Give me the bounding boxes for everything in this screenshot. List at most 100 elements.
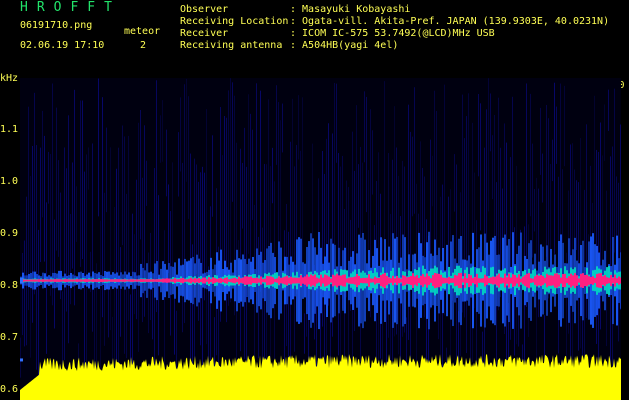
noise-streak [556, 106, 557, 164]
signal-core [210, 278, 212, 283]
noise-streak [110, 147, 111, 331]
signal-core [124, 279, 126, 282]
noise-streak [132, 213, 133, 381]
signal-core [526, 273, 528, 288]
signal-core [390, 278, 392, 283]
noise-streak [354, 170, 355, 331]
noise-streak [602, 155, 603, 271]
noise-streak [94, 284, 95, 373]
signal-core [184, 279, 186, 282]
signal-core [566, 277, 568, 284]
signal-core [322, 277, 324, 284]
signal-core [204, 277, 206, 284]
signal-core [26, 279, 28, 282]
noise-streak [302, 97, 303, 266]
receiver-label: Receiver [180, 28, 229, 39]
signal-core [304, 276, 306, 285]
signal-core [326, 275, 328, 286]
noise-streak [412, 136, 413, 217]
signal-core [458, 273, 460, 289]
signal-core [104, 279, 106, 282]
noise-streak [414, 87, 415, 214]
signal-core [516, 277, 518, 284]
signal-core [68, 279, 70, 282]
signal-core [590, 277, 592, 285]
noise-streak [554, 82, 555, 254]
signal-core [396, 275, 398, 286]
signal-core [66, 279, 68, 282]
noise-streak [580, 137, 581, 349]
signal-core [600, 273, 602, 289]
signal-core [496, 275, 498, 286]
signal-core [382, 273, 384, 288]
signal-core [334, 275, 336, 286]
signal-core [224, 277, 226, 284]
signal-core [536, 274, 538, 287]
signal-core [34, 279, 36, 282]
signal-core [604, 275, 606, 286]
noise-streak [188, 96, 189, 219]
signal-core [386, 275, 388, 286]
noise-streak [576, 180, 577, 251]
signal-core [62, 279, 64, 282]
signal-core [430, 278, 432, 283]
signal-core [248, 276, 250, 285]
signal-core [40, 279, 42, 282]
signal-core [546, 273, 548, 288]
signal-core [512, 274, 514, 287]
signal-core [48, 279, 50, 282]
y-axis-unit: kHz [0, 73, 19, 84]
noise-streak [104, 192, 105, 346]
antenna-value: : A504HB(yagi 4el) [290, 40, 399, 51]
signal-core [274, 278, 276, 283]
signal-core [238, 276, 240, 285]
signal-core [448, 276, 450, 285]
signal-core [434, 272, 436, 289]
signal-core [576, 275, 578, 286]
signal-core [552, 275, 554, 286]
noise-streak [118, 147, 119, 379]
signal-core [336, 273, 338, 288]
datetime-label: 02.06.19 17:10 [20, 40, 105, 51]
noise-streak [146, 160, 147, 206]
signal-core [70, 279, 72, 282]
noise-streak [322, 150, 323, 327]
noise-streak [122, 125, 123, 246]
signal-core [78, 279, 80, 282]
noise-streak [604, 104, 605, 161]
signal-core [102, 279, 104, 282]
noise-streak [50, 153, 51, 296]
noise-streak [466, 116, 467, 354]
signal-core [618, 276, 620, 285]
signal-core [272, 277, 274, 284]
signal-core [556, 273, 558, 288]
signal-core [314, 274, 316, 287]
signal-core [310, 274, 312, 287]
signal-core [454, 274, 456, 287]
signal-core [192, 278, 194, 283]
noise-streak [272, 147, 273, 204]
signal-core [464, 273, 466, 288]
signal-core [148, 279, 150, 282]
meteor-marker [20, 277, 23, 284]
signal-core [344, 274, 346, 287]
noise-streak [600, 122, 601, 330]
signal-core [574, 273, 576, 289]
noise-streak [152, 284, 153, 340]
signal-core [606, 277, 608, 284]
signal-core [620, 277, 621, 284]
noise-streak [26, 196, 27, 346]
signal-core [602, 276, 604, 285]
noise-streak [106, 127, 107, 213]
signal-core [256, 277, 258, 284]
signal-core [348, 277, 350, 284]
frequency-tick-label: 1.0 [0, 175, 19, 187]
noise-streak [372, 130, 373, 195]
noise-streak [540, 107, 541, 175]
noise-streak [250, 113, 251, 277]
noise-streak [52, 83, 53, 306]
signal-core [414, 276, 416, 285]
signal-core [278, 276, 280, 285]
signal-core [494, 276, 496, 285]
signal-core [174, 278, 176, 283]
